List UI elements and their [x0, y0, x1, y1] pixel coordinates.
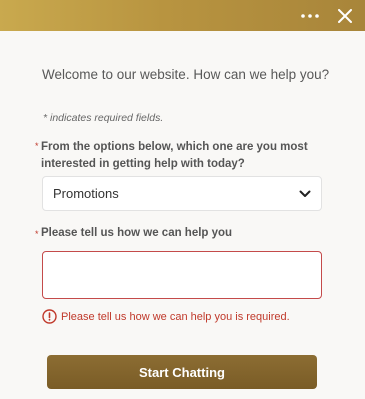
- required-fields-note: * indicates required fields.: [43, 112, 164, 124]
- required-marker: *: [35, 141, 39, 151]
- chevron-down-icon: [299, 190, 311, 198]
- close-icon[interactable]: [335, 6, 355, 26]
- welcome-message: Welcome to our website. How can we help …: [42, 67, 330, 82]
- help-textarea[interactable]: [42, 251, 322, 299]
- header-actions: [299, 0, 355, 31]
- help-field-label: Please tell us how we can help you: [41, 227, 233, 239]
- error-message: Please tell us how we can help you is re…: [61, 310, 290, 323]
- more-options-icon[interactable]: [299, 6, 321, 26]
- interest-select-value: Promotions: [53, 186, 119, 201]
- validation-error: Please tell us how we can help you is re…: [42, 309, 290, 324]
- interest-select[interactable]: Promotions: [42, 176, 322, 211]
- required-marker: *: [35, 229, 39, 239]
- interest-question-label: From the options below, which one are yo…: [41, 141, 308, 170]
- error-alert-icon: [42, 309, 57, 324]
- start-chatting-button[interactable]: Start Chatting: [47, 355, 317, 389]
- chat-header: [0, 0, 365, 31]
